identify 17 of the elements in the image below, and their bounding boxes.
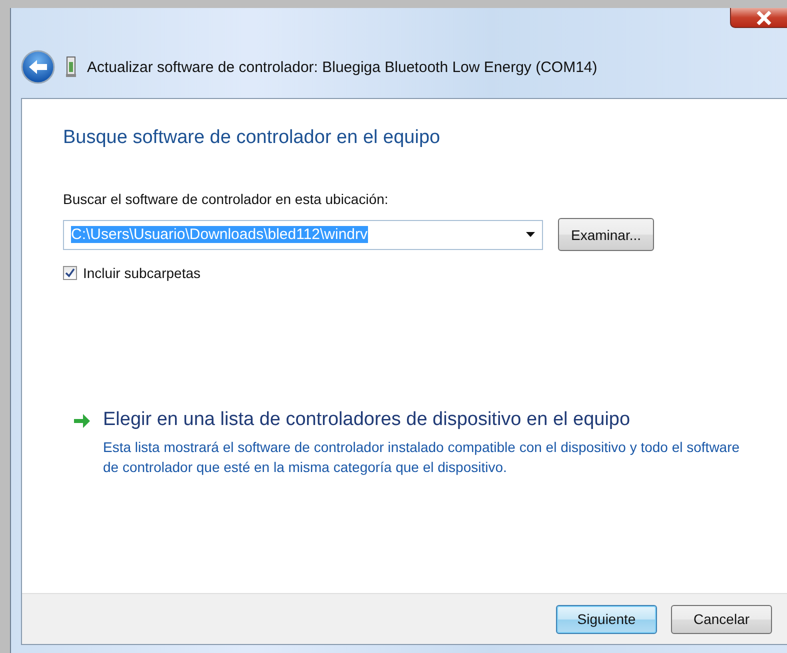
page-heading: Busque software de controlador en el equipo [63, 127, 442, 149]
close-button[interactable] [730, 8, 787, 28]
checkbox-label: Incluir subcarpetas [83, 265, 201, 281]
path-value: C:\Users\Usuario\Downloads\bled112\windrv [71, 226, 368, 243]
close-icon [756, 10, 772, 24]
back-button[interactable] [21, 50, 55, 84]
dialog-button[interactable]: Cancelar [671, 604, 772, 634]
option-link[interactable]: Elegir en una lista de controladores de dispositivo en el equipo [103, 409, 743, 431]
dialog-button[interactable]: Siguiente [556, 604, 657, 634]
window-title: Actualizar software de controlador: Bluegiga Bluetooth Low Energy (COM14) [87, 58, 598, 76]
usb-device-icon [65, 56, 77, 78]
arrow-icon [73, 413, 91, 429]
dropdown-arrow-icon [526, 232, 535, 237]
option-description: Esta lista mostrará el software de controlador instalado compatible con el dispositivo y todo el software de controlador que esté en la misma categoría que el dispositivo. [103, 438, 741, 477]
location-label: Buscar el software de controlador en esta ubicación: [63, 191, 390, 207]
checkbox[interactable] [63, 266, 77, 280]
browse-button[interactable]: Examinar... [558, 218, 654, 251]
